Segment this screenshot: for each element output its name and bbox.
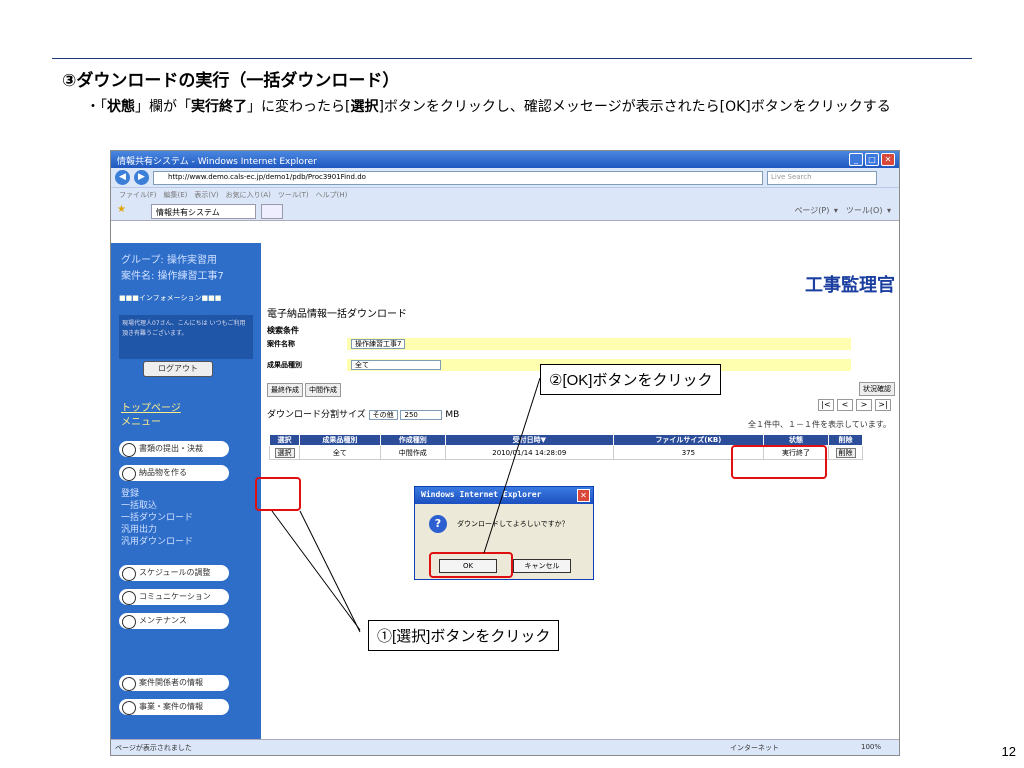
- slide-top-rule: [52, 58, 972, 59]
- type-label: 成果品種別: [267, 360, 302, 369]
- tab-intermediate[interactable]: 中間作成: [305, 383, 341, 397]
- callout-select: ①[選択]ボタンをクリック: [368, 620, 560, 651]
- desc-bold: 状態: [107, 99, 135, 115]
- split-size-input[interactable]: 250: [400, 410, 443, 420]
- app-logo: 工事監理官: [805, 275, 895, 296]
- sidebar: グループ: 操作実習用 案件名: 操作練習工事7 ■■■インフォメーション■■■…: [111, 243, 261, 739]
- maintenance-button[interactable]: メンテナンス: [119, 613, 229, 629]
- schedule-button[interactable]: スケジュールの調整: [119, 565, 229, 581]
- project-label: 案件名称: [267, 339, 295, 348]
- project-name: 案件名: 操作練習工事7: [121, 271, 224, 282]
- split-size-row: ダウンロード分割サイズ その他 250 MB: [267, 407, 459, 420]
- result-count: 全１件中、１－１件を表示しています。: [748, 420, 891, 429]
- minimize-button[interactable]: _: [849, 153, 863, 166]
- cell-type: 全て: [299, 445, 381, 460]
- tab-final[interactable]: 最終作成: [267, 383, 303, 397]
- stakeholders-button[interactable]: 案件関係者の情報: [119, 675, 229, 691]
- page-title: 電子納品情報一括ダウンロード: [267, 309, 407, 320]
- desc-text: ・「: [86, 99, 107, 115]
- cell-kind: 中間作成: [379, 445, 446, 460]
- tab-bar: ★ 情報共有システム ページ(P) ▾ ツール(O) ▾: [111, 201, 899, 221]
- submenu-item-import[interactable]: 一括取込: [121, 500, 193, 512]
- browser-tab[interactable]: 情報共有システム: [151, 204, 256, 219]
- docs-submit-button[interactable]: 書類の提出・決裁: [119, 441, 229, 457]
- status-check-button[interactable]: 状況確認: [859, 382, 895, 396]
- status-text: ページが表示されました: [115, 744, 192, 752]
- desc-bold: 実行終了: [191, 99, 247, 115]
- slide-description: ・「状態」欄が「実行終了」に変わったら[選択]ボタンをクリックし、確認メッセージ…: [86, 96, 986, 118]
- highlight-status: [731, 445, 827, 479]
- submenu-item-generic-download[interactable]: 汎用ダウンロード: [121, 536, 193, 548]
- column-header: 状態: [762, 434, 830, 446]
- status-bar: ページが表示されました インターネット 100%: [111, 739, 899, 755]
- split-size-label: ダウンロード分割サイズ: [267, 410, 366, 420]
- forward-icon[interactable]: ▶: [134, 170, 149, 185]
- submenu-item-register[interactable]: 登録: [121, 488, 193, 500]
- column-header: 受付日時▼: [444, 434, 614, 446]
- select-button[interactable]: 選択: [274, 447, 295, 458]
- question-icon: ?: [429, 515, 447, 533]
- dialog-message: ダウンロードしてよろしいですか？: [457, 520, 569, 528]
- maximize-button[interactable]: □: [865, 153, 879, 166]
- communication-button[interactable]: コミュニケーション: [119, 589, 229, 605]
- pager-first-button[interactable]: |<: [818, 399, 834, 411]
- dialog-close-button[interactable]: ✕: [577, 489, 590, 502]
- pager-next-button[interactable]: >: [856, 399, 872, 411]
- zone-indicator: インターネット: [730, 744, 779, 752]
- highlight-select: [255, 477, 301, 511]
- page-number: 12: [1001, 744, 1016, 759]
- new-tab-button[interactable]: [261, 204, 283, 219]
- split-size-select[interactable]: その他: [368, 410, 398, 420]
- business-info-button[interactable]: 事業・案件の情報: [119, 699, 229, 715]
- zoom-level[interactable]: 100%: [861, 743, 881, 751]
- delete-button[interactable]: 削除: [835, 447, 856, 458]
- column-header: 削除: [828, 434, 863, 446]
- project-select[interactable]: 操作練習工事7: [351, 338, 406, 349]
- callout-ok: ②[OK]ボタンをクリック: [540, 364, 722, 395]
- desc-text: 」に変わったら[: [247, 99, 351, 115]
- desc-text: ]ボタンをクリックし、確認メッセージが表示されたら[OK]ボタンをクリックする: [378, 99, 891, 115]
- highlight-ok: [429, 552, 513, 578]
- information-heading: ■■■インフォメーション■■■: [119, 294, 222, 302]
- dialog-cancel-button[interactable]: キャンセル: [513, 559, 571, 573]
- address-bar-row: ◀ ▶ http://www.demo.cals-ec.jp/demo1/pdb…: [111, 168, 899, 188]
- slide-title: ③ダウンロードの実行（一括ダウンロード）: [62, 71, 400, 91]
- desc-text: 」欄が「: [135, 99, 191, 115]
- creation-tabs: 最終作成 中間作成: [267, 383, 341, 397]
- submenu-item-bulk-download[interactable]: 一括ダウンロード: [121, 512, 193, 524]
- cell-date: 2010/01/14 14:28:09: [444, 445, 614, 460]
- browser-title: 情報共有システム - Windows Internet Explorer: [117, 157, 317, 167]
- deliverables-submenu: 登録 一括取込 一括ダウンロード 汎用出力 汎用ダウンロード: [121, 488, 193, 548]
- back-icon[interactable]: ◀: [115, 170, 130, 185]
- sidebar-header: グループ: 操作実習用 案件名: 操作練習工事7: [121, 253, 224, 285]
- deliverables-button[interactable]: 納品物を作る: [119, 465, 229, 481]
- favorites-star-icon[interactable]: ★: [117, 204, 126, 215]
- welcome-message: 現場代理人07さん、こんにちは いつもご利用頂き有難うございます。: [119, 315, 253, 359]
- pager: |< < > >|: [818, 399, 891, 411]
- menu-heading: メニュー: [121, 417, 161, 428]
- group-name: グループ: 操作実習用: [121, 255, 217, 266]
- menu-bar[interactable]: ファイル(F) 編集(E) 表示(V) お気に入り(A) ツール(T) ヘルプ(…: [111, 188, 899, 201]
- type-select[interactable]: 全て: [351, 359, 441, 370]
- pager-prev-button[interactable]: <: [837, 399, 853, 411]
- search-input[interactable]: Live Search: [767, 170, 877, 185]
- browser-title-bar: 情報共有システム - Windows Internet Explorer _ □…: [111, 151, 899, 168]
- column-header: 作成種別: [379, 434, 446, 446]
- submenu-item-export[interactable]: 汎用出力: [121, 524, 193, 536]
- column-header: 選択: [269, 434, 300, 446]
- close-button[interactable]: ✕: [881, 153, 895, 166]
- top-page-link[interactable]: トップページ: [121, 399, 181, 414]
- column-header: ファイルサイズ(KB): [612, 434, 764, 446]
- address-input[interactable]: http://www.demo.cals-ec.jp/demo1/pdb/Pro…: [153, 170, 763, 185]
- logout-button[interactable]: ログアウト: [143, 361, 213, 377]
- column-header: 成果品種別: [299, 434, 381, 446]
- toolbar-commands[interactable]: ページ(P) ▾ ツール(O) ▾: [794, 205, 891, 216]
- dialog-title: Windows Internet Explorer: [415, 487, 593, 504]
- desc-bold: 選択: [350, 99, 379, 115]
- pager-last-button[interactable]: >|: [875, 399, 891, 411]
- conditions-header: 検索条件: [267, 326, 299, 335]
- split-size-unit: MB: [445, 410, 460, 420]
